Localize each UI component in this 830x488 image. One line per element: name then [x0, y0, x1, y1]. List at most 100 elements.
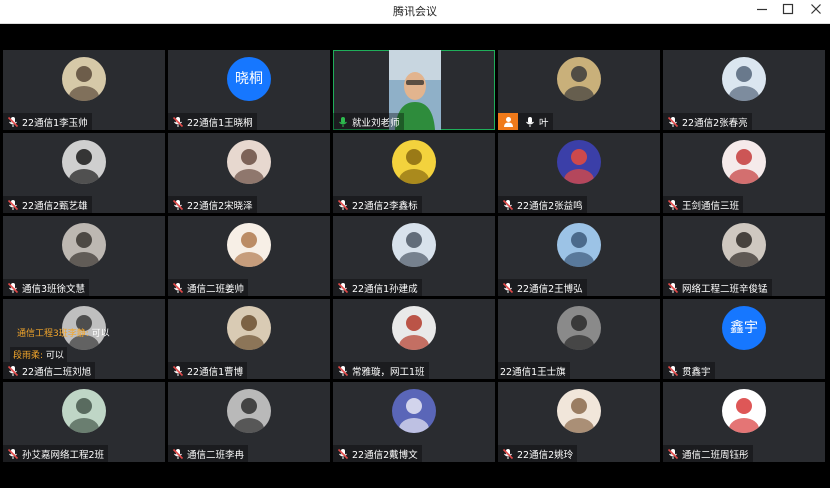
- avatar: [227, 389, 271, 433]
- mic-muted-icon[interactable]: [337, 365, 349, 377]
- mic-muted-icon[interactable]: [667, 365, 679, 377]
- participant-tile[interactable]: 22通信2甄艺雄: [3, 133, 165, 213]
- name-bar: 通信二班姜帅: [168, 279, 249, 296]
- chat-text: 可以: [45, 351, 64, 361]
- participant-tile[interactable]: 22通信2张春亮: [663, 50, 825, 130]
- name-bar: 22通信2李鑫标: [333, 196, 422, 213]
- name-bar: 22通信2张春亮: [663, 113, 752, 130]
- participant-tile[interactable]: 22通信2宋晓泽: [168, 133, 330, 213]
- mic-muted-icon[interactable]: [7, 116, 19, 128]
- participant-tile[interactable]: 晓桐 22通信1王晓桐: [168, 50, 330, 130]
- window-title: 腾讯会议: [393, 5, 437, 18]
- mic-muted-icon[interactable]: [667, 448, 679, 460]
- name-bar: 22通信1王晓桐: [168, 113, 257, 130]
- participant-tile[interactable]: 22通信1李玉帅: [3, 50, 165, 130]
- participant-name: 22通信2戴博文: [352, 449, 418, 461]
- participant-name: 22通信1李玉帅: [22, 117, 88, 129]
- mic-muted-icon[interactable]: [667, 199, 679, 211]
- participant-tile[interactable]: 常雅璇，网工1班: [333, 299, 495, 379]
- mic-muted-icon[interactable]: [172, 116, 184, 128]
- mic-muted-icon[interactable]: [502, 199, 514, 211]
- minimize-icon[interactable]: [748, 0, 776, 24]
- participant-tile[interactable]: 通信3班徐文慧: [3, 216, 165, 296]
- close-icon[interactable]: [802, 0, 830, 24]
- participant-tile[interactable]: 叶: [498, 50, 660, 130]
- maximize-icon[interactable]: [774, 0, 802, 24]
- avatar: [392, 223, 436, 267]
- participant-tile[interactable]: 22通信2戴博文: [333, 382, 495, 462]
- participant-name: 通信二班李冉: [187, 449, 245, 461]
- participant-tile[interactable]: 22通信1曹博: [168, 299, 330, 379]
- participant-tile[interactable]: 王剑通信三班: [663, 133, 825, 213]
- participant-name: 22通信2王博弘: [517, 283, 583, 295]
- name-bar: 王剑通信三班: [663, 196, 744, 213]
- name-bar: 22通信1李玉帅: [3, 113, 92, 130]
- mic-muted-icon[interactable]: [7, 448, 19, 460]
- avatar: [62, 57, 106, 101]
- chat-text: 可以: [91, 329, 110, 339]
- mic-muted-icon[interactable]: [667, 116, 679, 128]
- participant-tile[interactable]: 22通信2张益鸣: [498, 133, 660, 213]
- avatar: 晓桐: [227, 57, 271, 101]
- participant-tile[interactable]: 通信二班姜帅: [168, 216, 330, 296]
- chat-sender: 段雨柔:: [13, 351, 44, 361]
- mic-muted-icon[interactable]: [172, 199, 184, 211]
- mic-muted-icon[interactable]: [172, 448, 184, 460]
- avatar: [62, 140, 106, 184]
- mic-icon[interactable]: [524, 116, 536, 128]
- avatar: [392, 140, 436, 184]
- participant-name: 常雅璇，网工1班: [352, 366, 425, 378]
- participant-tile[interactable]: 网络工程二班辛俊锰: [663, 216, 825, 296]
- mic-muted-icon[interactable]: [7, 199, 19, 211]
- name-bar: 22通信2戴博文: [333, 445, 422, 462]
- participant-name: 22通信1曹博: [187, 366, 244, 378]
- title-bar: 腾讯会议: [0, 0, 830, 24]
- name-bar: 22通信2宋晓泽: [168, 196, 257, 213]
- mic-muted-icon[interactable]: [337, 282, 349, 294]
- avatar: [722, 140, 766, 184]
- participant-tile[interactable]: 22通信2姚玲: [498, 382, 660, 462]
- mic-muted-icon[interactable]: [337, 199, 349, 211]
- person-icon[interactable]: [498, 113, 518, 130]
- participant-tile[interactable]: 通信二班李冉: [168, 382, 330, 462]
- avatar: 鑫宇: [722, 306, 766, 350]
- video-stage: 22通信1李玉帅 晓桐 22通信1王晓桐 就业刘老师 叶 22通信2张春亮 22通信2甄艺雄…: [0, 24, 830, 488]
- participant-tile[interactable]: 22通信1王士旗: [498, 299, 660, 379]
- avatar: [557, 223, 601, 267]
- participant-name: 叶: [539, 117, 549, 129]
- mic-muted-icon[interactable]: [172, 365, 184, 377]
- name-bar: 22通信2甄艺雄: [3, 196, 92, 213]
- participant-tile[interactable]: 22通信二班刘旭: [3, 299, 165, 379]
- participant-tile[interactable]: 22通信1孙建成: [333, 216, 495, 296]
- name-bar: 22通信2张益鸣: [498, 196, 587, 213]
- avatar: [557, 389, 601, 433]
- participant-name: 孙艾嘉网络工程2班: [22, 449, 105, 461]
- mic-muted-icon[interactable]: [502, 282, 514, 294]
- participant-tile[interactable]: 鑫宇 贯鑫宇: [663, 299, 825, 379]
- name-bar: 22通信1曹博: [168, 362, 248, 379]
- participant-name: 22通信2宋晓泽: [187, 200, 253, 212]
- chat-message: 段雨柔: 可以: [10, 347, 67, 362]
- mic-muted-icon[interactable]: [7, 282, 19, 294]
- name-bar: 22通信1孙建成: [333, 279, 422, 296]
- participant-tile[interactable]: 通信二班周钰彤: [663, 382, 825, 462]
- participant-tile[interactable]: 孙艾嘉网络工程2班: [3, 382, 165, 462]
- name-bar: 通信3班徐文慧: [3, 279, 90, 296]
- mic-muted-icon[interactable]: [172, 282, 184, 294]
- mic-muted-icon[interactable]: [7, 365, 19, 377]
- participant-name: 通信3班徐文慧: [22, 283, 86, 295]
- mic-muted-icon[interactable]: [667, 282, 679, 294]
- avatar: [557, 57, 601, 101]
- participant-name: 通信二班周钰彤: [682, 449, 749, 461]
- participant-tile[interactable]: 就业刘老师: [333, 50, 495, 130]
- chat-message: 通信工程3班李静: 可以: [17, 326, 110, 339]
- participant-name: 通信二班姜帅: [187, 283, 245, 295]
- participant-tile[interactable]: 22通信2李鑫标: [333, 133, 495, 213]
- mic-muted-icon[interactable]: [337, 448, 349, 460]
- avatar: [227, 223, 271, 267]
- avatar: [62, 389, 106, 433]
- participant-tile[interactable]: 22通信2王博弘: [498, 216, 660, 296]
- mic-muted-icon[interactable]: [502, 448, 514, 460]
- mic-active-icon[interactable]: [337, 116, 349, 128]
- name-bar: 通信二班周钰彤: [663, 445, 753, 462]
